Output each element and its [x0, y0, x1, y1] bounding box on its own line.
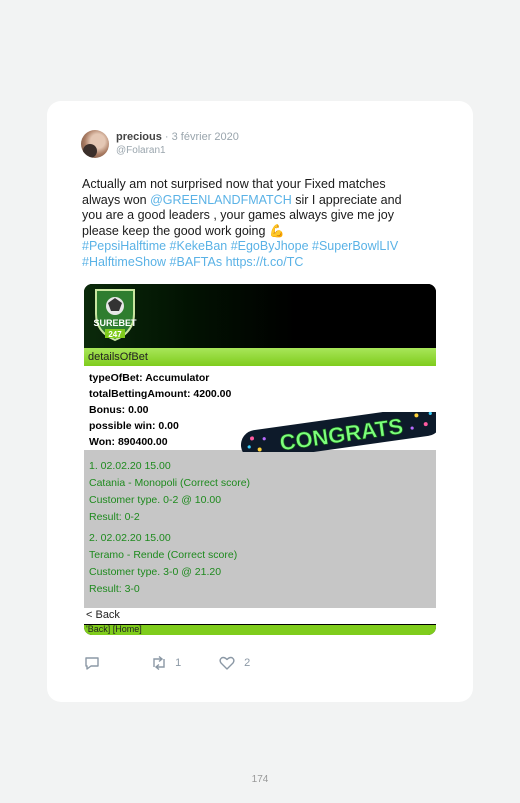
possible-win: possible win: 0.00 — [89, 420, 179, 432]
retweet-count: 1 — [175, 657, 182, 669]
footer-links: 'Back] [Home] — [86, 625, 142, 634]
hashtags-line[interactable]: #HalftimeShow #BAFTAs https://t.co/TC — [82, 255, 452, 271]
total-betting-amount: totalBettingAmount: 4200.00 — [89, 388, 232, 400]
attached-screenshot[interactable]: SUREBET 247 detailsOfBet typeOfBet: Accu… — [84, 284, 436, 635]
match1-result: Result: 0-2 — [89, 511, 140, 523]
match2-date: 2. 02.02.20 15.00 — [89, 532, 171, 544]
footer-bar: 'Back] [Home] — [84, 625, 436, 635]
match1-teams: Catania - Monopoli (Correct score) — [89, 477, 251, 489]
reply-action[interactable] — [84, 656, 100, 673]
author-name[interactable]: precious — [116, 131, 162, 143]
retweet-icon — [153, 655, 165, 671]
author-line: precious · 3 février 2020 — [116, 131, 239, 143]
tweet-card: precious · 3 février 2020 @Folaran1 Actu… — [47, 101, 473, 702]
match2-teams: Teramo - Rende (Correct score) — [89, 549, 238, 561]
match1-customer: Customer type. 0-2 @ 10.00 — [89, 494, 222, 506]
like-action[interactable]: 2 — [219, 656, 250, 670]
heart-icon — [219, 656, 235, 670]
retweet-action[interactable]: 1 — [150, 655, 182, 671]
match1-date: 1. 02.02.20 15.00 — [89, 460, 171, 472]
back-bar: < Back — [84, 608, 436, 624]
details-header-bar: detailsOfBet — [84, 348, 436, 366]
back-link: < Back — [86, 609, 120, 621]
tweet-line: Actually am not surprised now that your … — [82, 177, 386, 191]
tweet-line: always won @GREENLANDFMATCH sir I apprec… — [82, 193, 452, 209]
like-count: 2 — [244, 657, 251, 669]
tweet-text-fragment: always won — [82, 192, 151, 207]
match2-customer: Customer type. 3-0 @ 21.20 — [89, 566, 222, 578]
hashtags-line[interactable]: #PepsiHalftime #KekeBan #EgoByJhope #Sup… — [82, 239, 452, 255]
logo-text: SUREBET — [93, 318, 137, 328]
tweet-text: Actually am not surprised now that your … — [82, 177, 452, 270]
details-header: detailsOfBet — [88, 351, 148, 363]
matches-list: 1. 02.02.20 15.00 Catania - Monopoli (Co… — [84, 450, 436, 608]
congrats-sticker: CONGRATS — [240, 412, 436, 452]
tweet-text-fragment: sir I appreciate and — [291, 192, 402, 207]
bonus: Bonus: 0.00 — [89, 404, 149, 416]
page-number: 174 — [251, 774, 269, 785]
surebet-banner: SUREBET 247 — [84, 284, 436, 348]
avatar[interactable] — [81, 130, 109, 158]
type-of-bet: typeOfBet: Accumulator — [89, 372, 210, 384]
match2-result: Result: 3-0 — [89, 583, 140, 595]
tweet-line: please keep the good work going 💪 — [82, 223, 285, 238]
won-amount: Won: 890400.00 — [89, 436, 168, 448]
mention-link[interactable]: @GREENLANDFMATCH — [150, 193, 292, 207]
author-handle[interactable]: @Folaran1 — [116, 145, 166, 156]
tweet-line: you are a good leaders , your games alwa… — [82, 208, 394, 222]
tweet-date: · 3 février 2020 — [161, 131, 239, 143]
surebet-logo: SUREBET 247 — [93, 289, 137, 342]
reply-icon — [85, 657, 99, 670]
logo-number: 247 — [108, 330, 122, 339]
